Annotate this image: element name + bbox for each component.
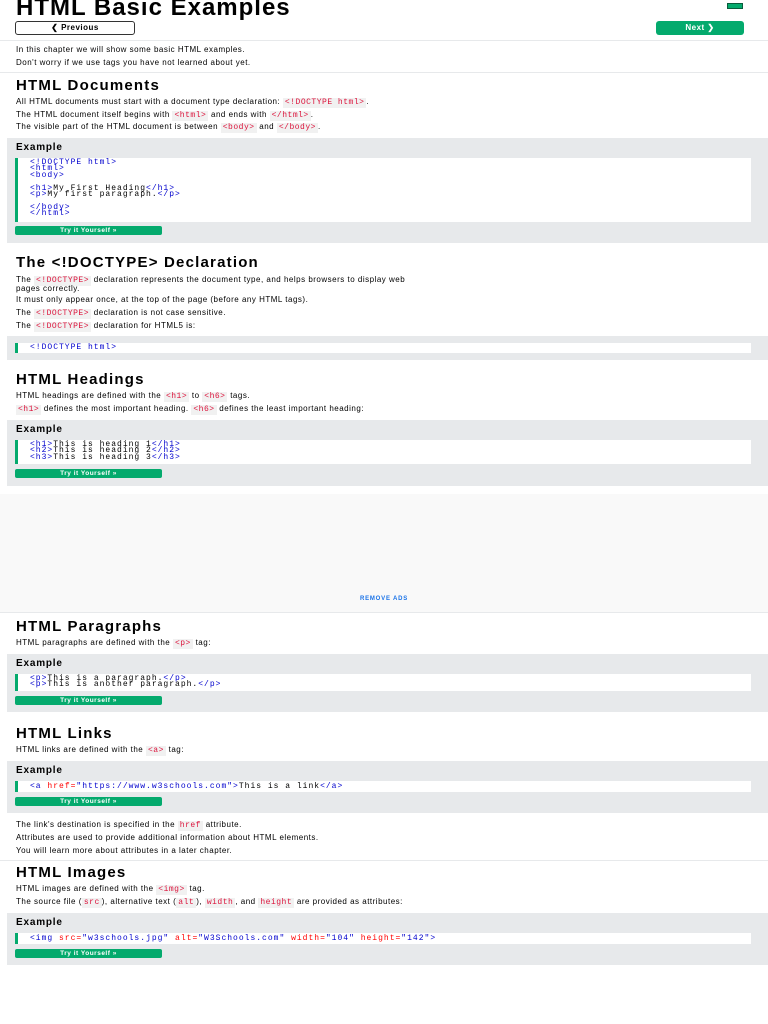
example-title: Example <box>16 424 63 435</box>
inline-code: href <box>177 821 203 831</box>
inline-code: <!DOCTYPE> <box>34 309 92 319</box>
paragraph: <h1> defines the most important heading.… <box>16 404 365 415</box>
example-title: Example <box>16 765 63 776</box>
inline-code: <h1> <box>16 405 42 415</box>
inline-code: <h1> <box>163 392 190 402</box>
flag-icon[interactable] <box>727 3 743 9</box>
inline-code: </body> <box>276 123 318 133</box>
try-it-yourself-button[interactable]: Try it Yourself » <box>15 949 162 958</box>
code-block: <p>This is a paragraph.</p> <p>This is a… <box>15 674 751 691</box>
paragraph: HTML links are defined with the <a> tag: <box>16 745 184 756</box>
section-heading: HTML Paragraphs <box>16 618 163 635</box>
divider <box>0 72 768 73</box>
example-box: <!DOCTYPE html> <box>7 336 768 360</box>
inline-code: width <box>204 898 236 908</box>
divider <box>0 40 768 41</box>
paragraph: The source file (src), alternative text … <box>16 897 403 908</box>
inline-code: <a> <box>145 746 166 756</box>
paragraph: HTML headings are defined with the <h1> … <box>16 391 251 402</box>
paragraph: The HTML document itself begins with <ht… <box>16 110 314 121</box>
intro-text: Don't worry if we use tags you have not … <box>16 58 251 67</box>
intro-text: In this chapter we will show some basic … <box>16 45 245 54</box>
divider <box>0 612 768 613</box>
paragraph: It must only appear once, at the top of … <box>16 295 309 304</box>
remove-ads-link[interactable]: REMOVE ADS <box>0 596 768 602</box>
inline-code: </html> <box>269 111 311 121</box>
section-heading: HTML Headings <box>16 371 145 388</box>
example-title: Example <box>16 658 63 669</box>
example-box: Example <a href="https://www.w3schools.c… <box>7 761 768 813</box>
try-it-yourself-button[interactable]: Try it Yourself » <box>15 469 162 478</box>
inline-code: height <box>258 898 295 908</box>
code-block: <img src="w3schools.jpg" alt="W3Schools.… <box>15 933 751 944</box>
try-it-yourself-button[interactable]: Try it Yourself » <box>15 696 162 705</box>
page: HTML Basic Examples ❮ Previous Next ❯ In… <box>0 0 768 1024</box>
inline-code: <!DOCTYPE> <box>34 322 92 332</box>
section-heading: HTML Images <box>16 864 127 881</box>
inline-code: <img> <box>156 885 187 895</box>
code-block: <!DOCTYPE html> <html> <body> <h1>My Fir… <box>15 158 751 222</box>
example-title: Example <box>16 142 63 153</box>
paragraph: The <!DOCTYPE> declaration is not case s… <box>16 308 226 319</box>
try-it-yourself-button[interactable]: Try it Yourself » <box>15 797 162 806</box>
inline-code: alt <box>176 898 197 908</box>
example-box: Example <h1>This is heading 1</h1> <h2>T… <box>7 420 768 486</box>
paragraph: The visible part of the HTML document is… <box>16 122 321 133</box>
next-button[interactable]: Next ❯ <box>656 21 744 35</box>
example-title: Example <box>16 917 63 928</box>
example-box: Example <img src="w3schools.jpg" alt="W3… <box>7 913 768 965</box>
example-box: Example <!DOCTYPE html> <html> <body> <h… <box>7 138 768 243</box>
try-it-yourself-button[interactable]: Try it Yourself » <box>15 226 162 235</box>
inline-code: <p> <box>172 639 193 649</box>
paragraph: pages correctly. <box>16 284 80 293</box>
section-heading: HTML Documents <box>16 77 161 94</box>
code-block: <!DOCTYPE html> <box>15 343 751 353</box>
paragraph: Attributes are used to provide additiona… <box>16 833 319 842</box>
paragraph: The <!DOCTYPE> declaration for HTML5 is: <box>16 321 196 332</box>
page-title: HTML Basic Examples <box>16 0 291 21</box>
paragraph: HTML images are defined with the <img> t… <box>16 884 205 895</box>
inline-code: <!DOCTYPE html> <box>282 98 367 108</box>
inline-code: src <box>81 898 102 908</box>
paragraph: The link's destination is specified in t… <box>16 820 242 831</box>
inline-code: <body> <box>220 123 257 133</box>
paragraph: HTML paragraphs are defined with the <p>… <box>16 638 211 649</box>
previous-button[interactable]: ❮ Previous <box>15 21 135 35</box>
section-heading: HTML Links <box>16 725 113 742</box>
code-block: <h1>This is heading 1</h1> <h2>This is h… <box>15 440 751 464</box>
paragraph: You will learn more about attributes in … <box>16 846 233 855</box>
inline-code: <h6> <box>202 392 228 402</box>
section-heading: The <!DOCTYPE> Declaration <box>16 254 259 271</box>
paragraph: All HTML documents must start with a doc… <box>16 97 370 108</box>
inline-code: <html> <box>172 111 209 121</box>
inline-code: <h6> <box>191 405 217 415</box>
divider <box>0 860 768 861</box>
code-block: <a href="https://www.w3schools.com">This… <box>15 781 751 792</box>
example-box: Example <p>This is a paragraph.</p> <p>T… <box>7 654 768 712</box>
ad-placeholder <box>0 494 768 612</box>
